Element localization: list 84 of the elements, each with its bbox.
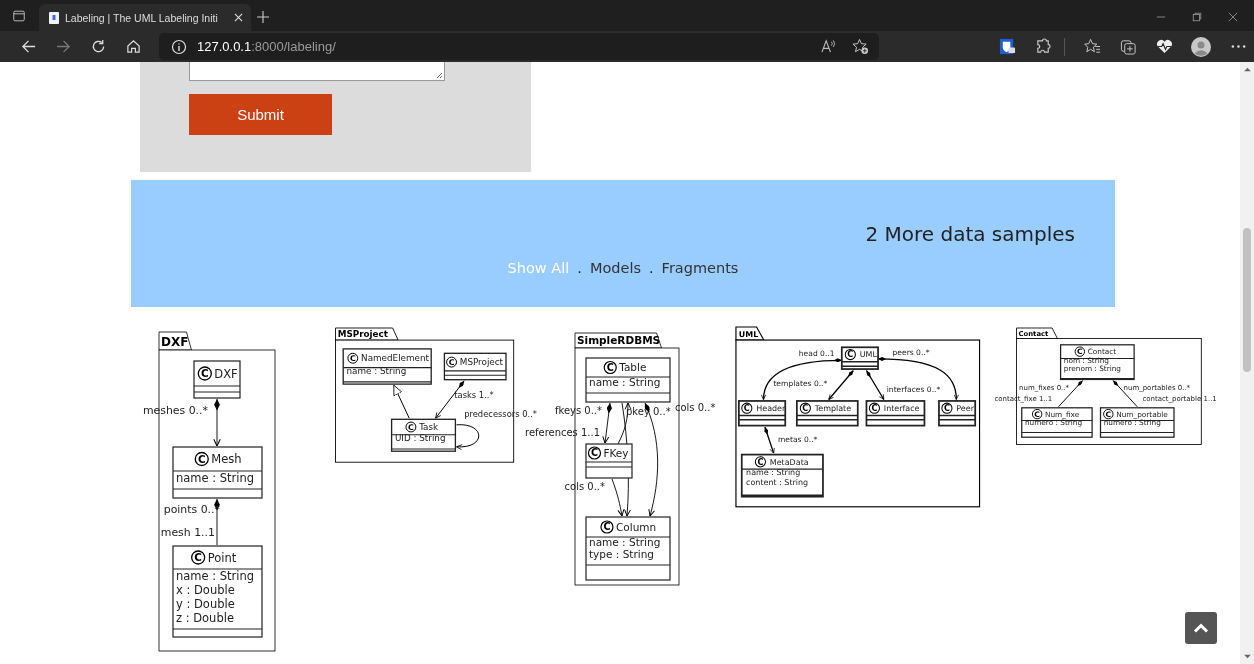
class-icon: C	[754, 456, 766, 468]
attribute-text: name : String	[176, 471, 255, 485]
class-box	[1021, 407, 1093, 438]
class-name: NamedElement	[361, 353, 430, 364]
attribute-text: name : String	[589, 376, 661, 388]
close-window-icon[interactable]	[1228, 12, 1238, 22]
favicon-icon	[49, 11, 59, 24]
filter-link[interactable]: Fragments	[661, 260, 739, 276]
back-icon[interactable]	[21, 39, 36, 54]
shield-extension-icon[interactable]	[999, 38, 1016, 55]
submit-button[interactable]: Submit	[189, 94, 332, 135]
class-icon: C	[844, 348, 856, 361]
tab-actions-icon[interactable]	[12, 9, 26, 23]
class-name: Table	[619, 361, 647, 374]
scroll-to-top-button[interactable]	[1185, 612, 1217, 644]
new-tab-icon[interactable]	[257, 11, 269, 23]
forward-icon[interactable]	[56, 39, 71, 54]
class-box	[390, 418, 457, 452]
filter-link[interactable]: Models	[589, 260, 641, 276]
attribute-text: name : String	[589, 536, 661, 548]
favorites-icon[interactable]	[1084, 38, 1101, 55]
class-icon: C	[197, 366, 212, 381]
class-icon: C	[191, 550, 206, 565]
collections-icon[interactable]	[1120, 38, 1137, 55]
attribute-text: name : String	[176, 569, 255, 583]
class-name: DXF	[214, 366, 238, 381]
multiplicity-label: cols 0..*	[564, 481, 605, 492]
class-icon: C	[799, 402, 811, 414]
refresh-icon[interactable]	[91, 39, 106, 54]
class-name: Interface	[883, 404, 920, 414]
class-name: Template	[814, 404, 852, 414]
class-name: Point	[207, 550, 237, 565]
scroll-up-icon[interactable]	[1243, 67, 1251, 72]
multiplicity-label: tasks 1..*	[454, 390, 494, 401]
attribute-text: UID : String	[394, 433, 446, 444]
comment-field[interactable]	[189, 62, 445, 81]
read-aloud-icon[interactable]	[821, 38, 838, 55]
chevron-up-icon	[1193, 623, 1209, 633]
scroll-down-icon[interactable]	[1243, 654, 1251, 659]
class-name: FKey	[603, 446, 629, 459]
class-icon: C	[941, 402, 953, 414]
class-icon: C	[194, 451, 209, 467]
multiplicity-label: mesh 1..1	[160, 526, 215, 539]
home-icon[interactable]	[126, 39, 141, 54]
separator-dot: .	[649, 260, 654, 276]
multiplicity-label: meshes 0..*	[142, 404, 208, 417]
class-icon: C	[587, 446, 602, 460]
multiplicity-label: cols 0..*	[675, 402, 716, 413]
info-icon[interactable]	[171, 38, 187, 55]
composition-arrow	[764, 426, 775, 454]
class-name: Mesh	[211, 452, 242, 467]
profile-avatar-icon[interactable]	[1191, 36, 1211, 57]
class-name: Peer	[956, 404, 974, 414]
browser-tab[interactable]: Labeling | The UML Labeling Initi	[39, 4, 251, 31]
attribute-text: x : Double	[176, 583, 235, 597]
class-icon: C	[868, 402, 880, 414]
class-name: MetaData	[769, 457, 809, 467]
extensions-icon[interactable]	[1035, 38, 1052, 55]
scroll-thumb[interactable]	[1243, 228, 1251, 372]
attribute-text: type : String	[589, 548, 654, 560]
class-name: UML	[859, 350, 877, 360]
class-icon: C	[600, 520, 614, 534]
class-name: Task	[419, 422, 439, 433]
add-favorite-icon[interactable]	[852, 38, 869, 55]
class-icon: C	[741, 402, 753, 414]
attribute-text: content : String	[746, 478, 809, 488]
restore-icon[interactable]	[1192, 12, 1202, 22]
attribute-text: y : Double	[176, 597, 235, 611]
class-name: MSProject	[459, 357, 504, 368]
multiplicity-label: fkeys 0..*	[555, 405, 602, 416]
health-heart-icon[interactable]	[1156, 38, 1173, 55]
attribute-text: z : Double	[176, 611, 234, 625]
composition-arrow	[213, 398, 221, 447]
separator-dot: .	[577, 260, 582, 276]
class-icon: C	[603, 360, 617, 375]
multiplicity-label: references 1..1	[525, 427, 600, 438]
multiplicity-label: points 0..*	[163, 503, 220, 516]
class-name: Column	[615, 520, 657, 533]
address-bar[interactable]: 127.0.0.1:8000/labeling/	[159, 33, 879, 60]
close-icon[interactable]	[234, 13, 243, 22]
resize-grip-icon[interactable]	[435, 71, 443, 79]
banner-heading: 2 More data samples	[865, 222, 1075, 246]
scrollbar[interactable]	[1240, 62, 1254, 664]
attribute-text: name : String	[746, 467, 801, 477]
